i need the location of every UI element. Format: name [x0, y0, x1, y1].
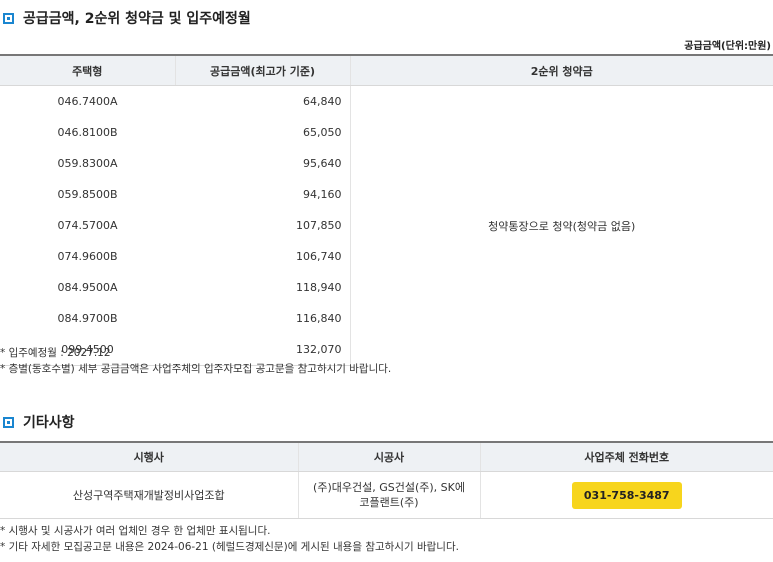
housing-type: 059.8500B: [57, 188, 118, 201]
unit-label: 공급금액(단위:만원): [684, 41, 771, 52]
phone-button[interactable]: 031-758-3487: [571, 481, 682, 509]
developer-name: 산성구역주택재개발정비사업조합: [0, 471, 298, 519]
table-row: 046.7400A 64,840 청약통장으로 청약(청약금 없음): [0, 85, 773, 233]
supply-price: 118,940: [175, 272, 351, 303]
etc-notes: * 시행사 및 시공사가 여러 업체인 경우 한 업체만 표시됩니다. * 기타…: [0, 523, 459, 555]
supply-price: 64,840: [175, 85, 351, 117]
supply-price: 106,740: [175, 241, 351, 272]
table-row: 산성구역주택재개발정비사업조합 (주)대우건설, GS건설(주), SK에 코플…: [0, 471, 773, 519]
note-announcement: * 기타 자세한 모집공고문 내용은 2024-06-21 (헤럴드경제신문)에…: [0, 541, 459, 553]
housing-type: 084.9700B: [57, 312, 118, 325]
section-title-etc: 기타사항: [0, 412, 75, 432]
header-supply-price: 공급금액(최고가 기준): [174, 54, 351, 86]
housing-type: 084.9500A: [57, 281, 118, 294]
builder-line: (주)대우건설, GS건설(주), SK에: [313, 481, 465, 494]
housing-type: 046.8100B: [57, 126, 118, 139]
note-move-in: * 입주예정월 : 2027.12: [0, 347, 111, 359]
section-title-text: 공급금액, 2순위 청약금 및 입주예정월: [23, 11, 251, 27]
supply-price: 94,160: [175, 179, 351, 210]
supply-notes: * 입주예정월 : 2027.12 * 층별(동호수별) 세부 공급금액은 사업…: [0, 345, 391, 377]
housing-type: 046.7400A: [57, 95, 118, 108]
business-info-table: 시행사 시공사 사업주체 전화번호 산성구역주택재개발정비사업조합 (주)대우건…: [0, 441, 773, 519]
header-phone: 사업주체 전화번호: [480, 441, 773, 472]
section-title-text: 기타사항: [23, 415, 75, 431]
housing-type: 074.5700A: [57, 219, 118, 232]
deposit-value: 청약통장으로 청약(청약금 없음): [488, 219, 636, 233]
square-bullet-icon: [3, 416, 14, 428]
square-bullet-icon: [3, 12, 14, 24]
header-deposit: 2순위 청약금: [350, 54, 773, 86]
supply-price: 116,840: [175, 303, 351, 334]
supply-price: 107,850: [175, 210, 351, 241]
supply-price: 65,050: [175, 117, 351, 148]
note-floor-price: * 층별(동호수별) 세부 공급금액은 사업주체의 입주자모집 공고문을 참고하…: [0, 363, 392, 375]
section-title-supply: 공급금액, 2순위 청약금 및 입주예정월: [0, 8, 251, 28]
supply-price-table: 주택형 공급금액(최고가 기준) 2순위 청약금 046.7400A 64,84…: [0, 54, 773, 366]
supply-price: 95,640: [175, 148, 351, 179]
header-housing-type: 주택형: [0, 54, 175, 86]
housing-type: 059.8300A: [57, 157, 118, 170]
header-developer: 시행사: [0, 441, 298, 472]
note-multiple-companies: * 시행사 및 시공사가 여러 업체인 경우 한 업체만 표시됩니다.: [0, 525, 271, 537]
builder-name: (주)대우건설, GS건설(주), SK에 코플랜트(주): [297, 471, 481, 519]
phone-cell: 031-758-3487: [480, 471, 773, 519]
header-builder: 시공사: [297, 441, 481, 472]
builder-line: 코플랜트(주): [359, 496, 419, 509]
housing-type: 074.9600B: [57, 250, 118, 263]
